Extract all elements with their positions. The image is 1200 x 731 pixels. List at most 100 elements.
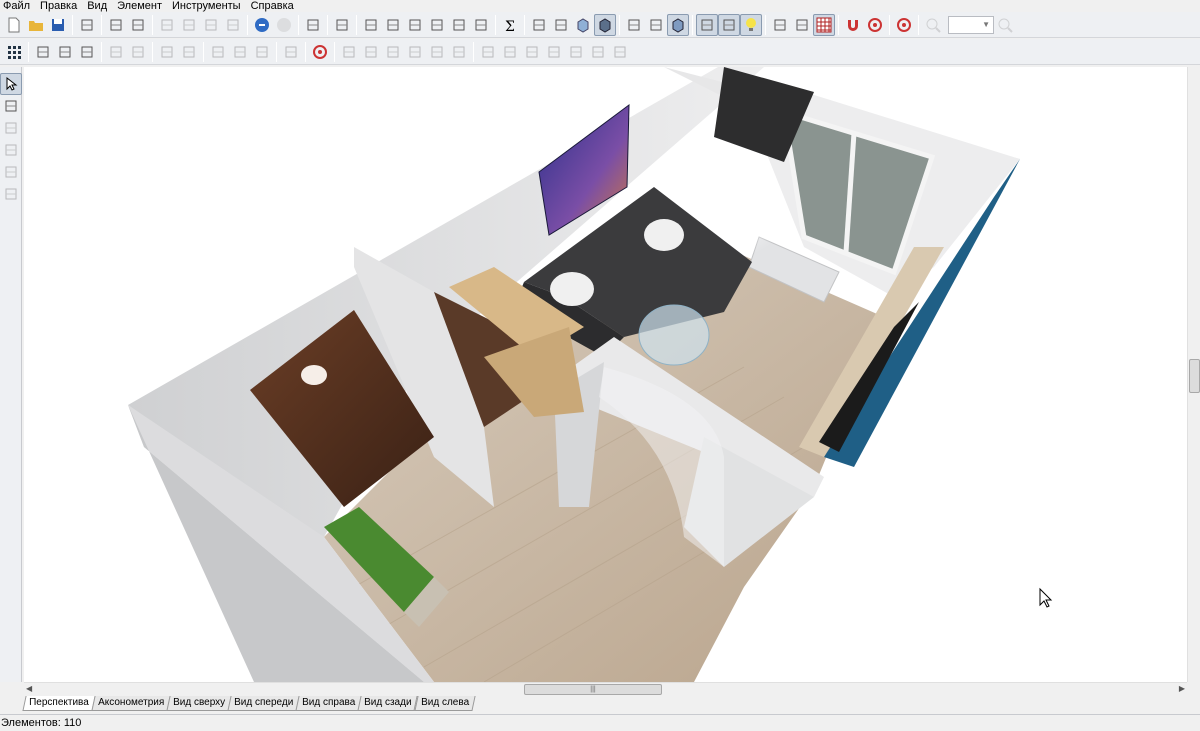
menu-item-2[interactable]: Вид (82, 0, 112, 12)
tab-view-1[interactable]: Аксонометрия (91, 696, 171, 711)
align-edge-bottom-button[interactable] (565, 41, 587, 63)
view-clock-button[interactable] (470, 14, 492, 36)
align-edge-right-button[interactable] (521, 41, 543, 63)
align-edge-left-button[interactable] (477, 41, 499, 63)
properties-button[interactable] (302, 14, 324, 36)
menu-item-5[interactable]: Справка (246, 0, 299, 12)
select-all-button[interactable] (105, 41, 127, 63)
grid-dots-button[interactable] (3, 41, 25, 63)
tab-view-0[interactable]: Перспектива (22, 696, 96, 711)
cut-button[interactable] (156, 14, 178, 36)
open-folder-button[interactable] (25, 14, 47, 36)
sum-button[interactable]: Σ (499, 14, 521, 36)
zoom-page-button[interactable] (127, 14, 149, 36)
move-up-button[interactable] (32, 41, 54, 63)
vertical-scroll-thumb[interactable] (1189, 359, 1200, 393)
grid-button[interactable] (813, 13, 835, 36)
move-object-button[interactable] (54, 41, 76, 63)
zoom-tool-icon (3, 186, 19, 202)
light-bulb-button[interactable] (740, 13, 762, 36)
align-left-button[interactable] (338, 41, 360, 63)
view-find-button[interactable] (382, 14, 404, 36)
delete-button[interactable] (222, 14, 244, 36)
undo-button[interactable] (251, 14, 273, 36)
align-center-button[interactable] (360, 41, 382, 63)
tab-view-4[interactable]: Вид справа (295, 696, 362, 711)
cube-solid-button[interactable] (667, 13, 689, 36)
layers-button[interactable] (609, 41, 631, 63)
zoom-in-button[interactable] (994, 14, 1016, 36)
properties-icon (305, 17, 321, 33)
stairs-tool-button[interactable] (0, 161, 22, 183)
wall-tool-button[interactable] (0, 95, 22, 117)
measure-button[interactable] (791, 14, 813, 36)
scroll-right-arrow[interactable]: ▶ (1179, 684, 1185, 693)
wall-button[interactable] (280, 41, 302, 63)
main-separator (765, 14, 766, 35)
align-middle-button[interactable] (404, 41, 426, 63)
print-button[interactable] (105, 14, 127, 36)
pencil-button[interactable] (76, 41, 98, 63)
sphere-material-button[interactable] (718, 13, 740, 36)
cube-hidden-button[interactable] (645, 14, 667, 36)
rotate-hand-icon (772, 17, 788, 33)
tab-view-5[interactable]: Вид сзади (357, 696, 419, 711)
menu-item-1[interactable]: Правка (35, 0, 82, 12)
magnet-button[interactable] (842, 14, 864, 36)
pointer-button[interactable] (0, 73, 22, 95)
view-select-button[interactable] (404, 14, 426, 36)
tab-view-2[interactable]: Вид сверху (166, 696, 232, 711)
redo-button[interactable] (273, 14, 295, 36)
mirror-button[interactable] (178, 41, 200, 63)
checklist-button[interactable] (331, 14, 353, 36)
distribute-h-button[interactable] (426, 41, 448, 63)
view-clock-icon (473, 17, 489, 33)
horizontal-scrollbar[interactable]: ◀ ||| ▶ (24, 682, 1187, 696)
menu-item-3[interactable]: Элемент (112, 0, 167, 12)
box-shaded-button[interactable] (572, 14, 594, 36)
view-fit-button[interactable] (426, 14, 448, 36)
paste-button[interactable] (200, 14, 222, 36)
vertical-scrollbar[interactable] (1187, 67, 1200, 682)
snap-target-button[interactable] (309, 41, 331, 63)
print-preview-button[interactable] (76, 14, 98, 36)
pencil-icon (79, 44, 95, 60)
zoom-tool-button[interactable] (0, 183, 22, 205)
view-front-button[interactable] (360, 14, 382, 36)
box-solid-button[interactable] (594, 13, 616, 36)
distribute-v-button[interactable] (448, 41, 470, 63)
align-button[interactable] (156, 41, 178, 63)
compass-button[interactable] (893, 14, 915, 36)
rotate-button[interactable] (207, 41, 229, 63)
scroll-left-arrow[interactable]: ◀ (26, 684, 32, 693)
copy-button[interactable] (178, 14, 200, 36)
zoom-out-button[interactable] (922, 14, 944, 36)
tab-view-6[interactable]: Вид слева (414, 696, 476, 711)
menu-item-0[interactable]: Файл (0, 0, 35, 12)
window-tool-button[interactable] (0, 139, 22, 161)
stack-button[interactable] (587, 41, 609, 63)
align-edge-top-button[interactable] (543, 41, 565, 63)
align-top-button[interactable] (382, 41, 404, 63)
box-hidden-button[interactable] (550, 14, 572, 36)
save-button[interactable] (47, 14, 69, 36)
rotate-hand-button[interactable] (769, 14, 791, 36)
align-edge-left-icon (480, 44, 496, 60)
warning-button[interactable] (251, 41, 273, 63)
menu-item-4[interactable]: Инструменты (167, 0, 246, 12)
new-file-button[interactable] (3, 14, 25, 36)
snap-target-button[interactable] (864, 14, 886, 36)
box-wire-button[interactable] (528, 14, 550, 36)
view-export-button[interactable] (448, 14, 470, 36)
3d-viewport[interactable] (24, 67, 1187, 682)
move-cross-button[interactable] (229, 41, 251, 63)
tab-view-3[interactable]: Вид спереди (227, 696, 300, 711)
group-button[interactable] (127, 41, 149, 63)
view-fit-icon (429, 17, 445, 33)
horizontal-scroll-thumb[interactable]: ||| (524, 684, 662, 695)
texture-text-button[interactable] (696, 13, 718, 36)
align-edge-center-button[interactable] (499, 41, 521, 63)
zoom-level-combo[interactable]: ▼ (948, 15, 994, 34)
door-tool-button[interactable] (0, 117, 22, 139)
cube-wire-button[interactable] (623, 14, 645, 36)
